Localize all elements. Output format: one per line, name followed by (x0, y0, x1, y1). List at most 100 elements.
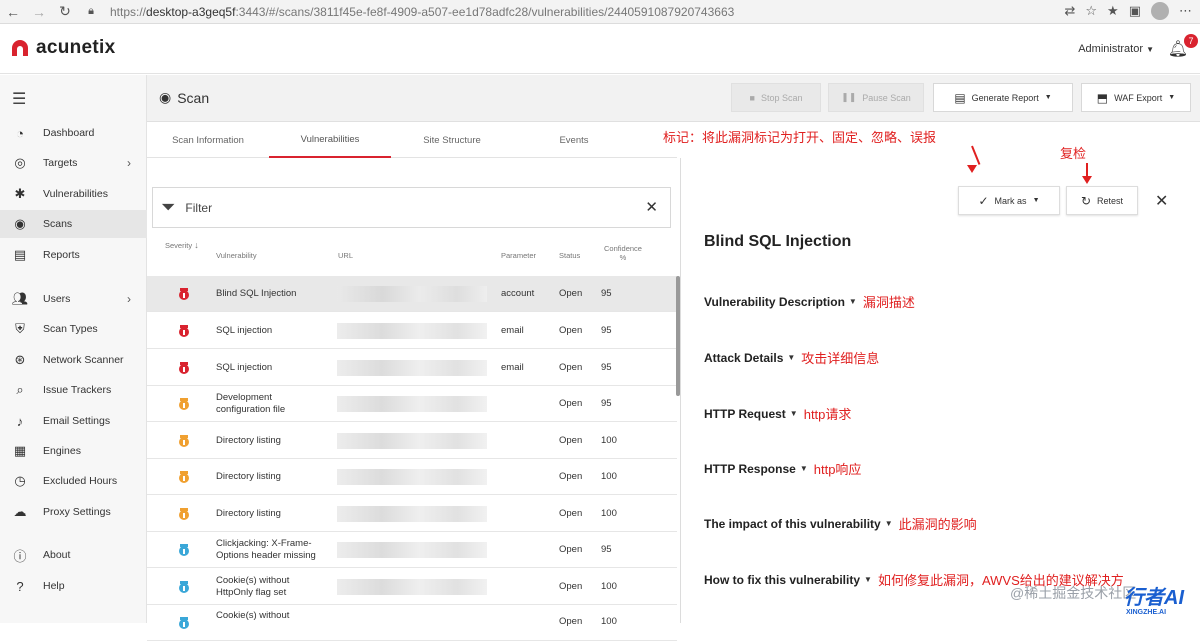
back-icon[interactable]: ← (0, 4, 26, 20)
severity-medium-icon (179, 471, 189, 483)
column-confidence[interactable]: Confidence% (601, 244, 645, 274)
collections-icon[interactable]: ▣ (1129, 3, 1141, 19)
tab-vulnerabilities[interactable]: Vulnerabilities (269, 122, 391, 158)
tab-events[interactable]: Events (513, 122, 635, 158)
table-row[interactable]: Cookie(s) without HttpOnly flag set Open … (147, 569, 677, 605)
forward-icon[interactable]: → (26, 4, 52, 20)
sidebar-item-reports[interactable]: ▤ Reports (0, 241, 147, 269)
table-row[interactable]: Clickjacking: X-Frame- Options header mis… (147, 532, 677, 568)
sidebar-item-issue-trackers[interactable]: ⌕ Issue Trackers (0, 376, 147, 404)
table-row[interactable]: Directory listing Open 100 (147, 496, 677, 532)
star-icon[interactable]: ☆ (1085, 3, 1097, 19)
sidebar-item-dashboard[interactable]: ◔ Dashboard (0, 119, 147, 147)
section-http-request[interactable]: HTTP Request ▼ http请求 (704, 404, 851, 423)
pause-scan-button[interactable]: ❚❚ Pause Scan (828, 83, 924, 112)
hamburger-menu-icon[interactable]: ☰ (12, 89, 26, 109)
table-row[interactable]: SQL injection email Open 95 (147, 350, 677, 386)
address-bar[interactable]: https://desktop-a3geq5f:3443/#/scans/381… (110, 5, 734, 19)
vulnerability-name: SQL injection (216, 325, 273, 336)
column-severity[interactable]: Severity ↓ (165, 240, 199, 270)
url-redacted (337, 506, 487, 522)
chevron-right-icon: › (127, 156, 131, 170)
table-row[interactable]: Development configuration file Open 95 (147, 386, 677, 422)
sidebar-item-network-scanner[interactable]: ⊛ Network Scanner (0, 346, 147, 374)
status-value: Open (559, 544, 583, 555)
table-row[interactable]: Directory listing Open 100 (147, 459, 677, 495)
confidence-value: 95 (601, 325, 612, 336)
sidebar-item-help[interactable]: ? Help (0, 572, 147, 600)
translate-icon[interactable]: ⇄ (1064, 3, 1075, 19)
section-impact[interactable]: The impact of this vulnerability ▼ 此漏洞的影响 (704, 514, 977, 533)
close-icon[interactable]: ✕ (1155, 191, 1168, 211)
chip-icon: ▦ (13, 443, 27, 458)
funnel-icon: ⏷ (161, 197, 176, 217)
users-icon: 👥︎ (11, 291, 29, 306)
network-icon: ⊛ (14, 352, 26, 367)
sidebar-item-scans[interactable]: ◉ Scans (0, 210, 147, 238)
confidence-value: 100 (601, 581, 617, 592)
sidebar-item-vulnerabilities[interactable]: ✱ Vulnerabilities (0, 180, 147, 208)
sidebar: ☰ ◔ Dashboard ◎ Targets › ✱ Vulnerabilities … (0, 75, 147, 623)
sidebar-item-users[interactable]: 👥︎ Users › (0, 285, 147, 313)
sidebar-item-excluded-hours[interactable]: ◷ Excluded Hours (0, 467, 147, 495)
sidebar-item-scan-types[interactable]: ⛨ Scan Types (0, 315, 147, 343)
acunetix-logo[interactable]: acunetix (10, 37, 116, 59)
stop-scan-button[interactable]: ■ Stop Scan (731, 83, 821, 112)
target-icon: ◎ (14, 155, 26, 170)
severity-medium-icon (179, 435, 189, 447)
table-row[interactable]: Directory listing Open 100 (147, 423, 677, 459)
tab-site-structure[interactable]: Site Structure (391, 122, 513, 158)
chevron-down-icon: ▼ (864, 575, 872, 584)
annotation-note: 此漏洞的影响 (898, 517, 977, 532)
generate-report-button[interactable]: ▤ Generate Report ▼ (933, 83, 1073, 112)
profile-avatar-icon[interactable] (1151, 2, 1169, 20)
mark-as-annotation: 标记：将此漏洞标记为打开、固定、忽略、误报 (663, 130, 937, 145)
confidence-value: 100 (601, 616, 617, 627)
stop-icon: ■ (749, 92, 755, 103)
mark-as-button[interactable]: ✓ Mark as ▼ (958, 186, 1060, 215)
section-vulnerability-description[interactable]: Vulnerability Description ▼ 漏洞描述 (704, 292, 915, 311)
status-value: Open (559, 471, 583, 482)
document-icon: ▤ (13, 247, 27, 262)
sidebar-item-engines[interactable]: ▦ Engines (0, 437, 147, 465)
svg-text:XINGZHE.AI: XINGZHE.AI (1126, 609, 1166, 616)
parameter-value: email (501, 362, 524, 373)
table-row[interactable]: Blind SQL Injection account Open 95 (147, 276, 677, 312)
severity-high-icon (179, 362, 189, 374)
section-http-response[interactable]: HTTP Response ▼ http响应 (704, 459, 861, 478)
more-icon[interactable]: ⋯ (1179, 3, 1192, 19)
sidebar-item-email-settings[interactable]: ♪ Email Settings (0, 407, 147, 435)
favorites-icon[interactable]: ★ (1107, 3, 1119, 19)
section-attack-details[interactable]: Attack Details ▼ 攻击详细信息 (704, 348, 879, 367)
vulnerability-name: Clickjacking: X-Frame- Options header mis… (216, 538, 316, 561)
notification-badge: 7 (1184, 34, 1198, 48)
status-value: Open (559, 398, 583, 409)
parameter-value: email (501, 325, 524, 336)
status-value: Open (559, 616, 583, 627)
severity-low-icon (179, 544, 189, 556)
table-row[interactable]: Cookie(s) without Open 100 (147, 605, 677, 641)
annotation-note: http请求 (803, 407, 852, 422)
url-redacted (337, 469, 487, 485)
retest-button[interactable]: ↻ Retest (1066, 186, 1138, 215)
severity-high-icon (179, 325, 189, 337)
check-icon: ✓ (978, 193, 989, 208)
sidebar-item-proxy-settings[interactable]: ☁ Proxy Settings (0, 498, 147, 526)
tab-scan-information[interactable]: Scan Information (147, 122, 269, 158)
vulnerability-name: SQL injection (216, 362, 273, 373)
chevron-down-icon: ▼ (1044, 94, 1052, 101)
table-row[interactable]: SQL injection email Open 95 (147, 313, 677, 349)
tracker-icon: ⌕ (16, 382, 24, 397)
sidebar-item-about[interactable]: ⓘ About (0, 541, 147, 569)
radar-icon: ◉ (159, 89, 172, 105)
status-value: Open (559, 325, 583, 336)
sidebar-item-targets[interactable]: ◎ Targets › (0, 149, 147, 177)
severity-high-icon (179, 288, 189, 300)
user-menu[interactable]: Administrator ▼ (1078, 43, 1154, 55)
close-icon[interactable]: ✕ (645, 198, 658, 216)
filter-bar[interactable]: ⏷ Filter ✕ (152, 187, 671, 228)
waf-export-button[interactable]: ⬒ WAF Export ▼ (1081, 83, 1191, 112)
reload-icon[interactable]: ↻ (52, 3, 78, 20)
url-redacted (337, 433, 487, 449)
vulnerability-title: Blind SQL Injection (704, 233, 852, 250)
